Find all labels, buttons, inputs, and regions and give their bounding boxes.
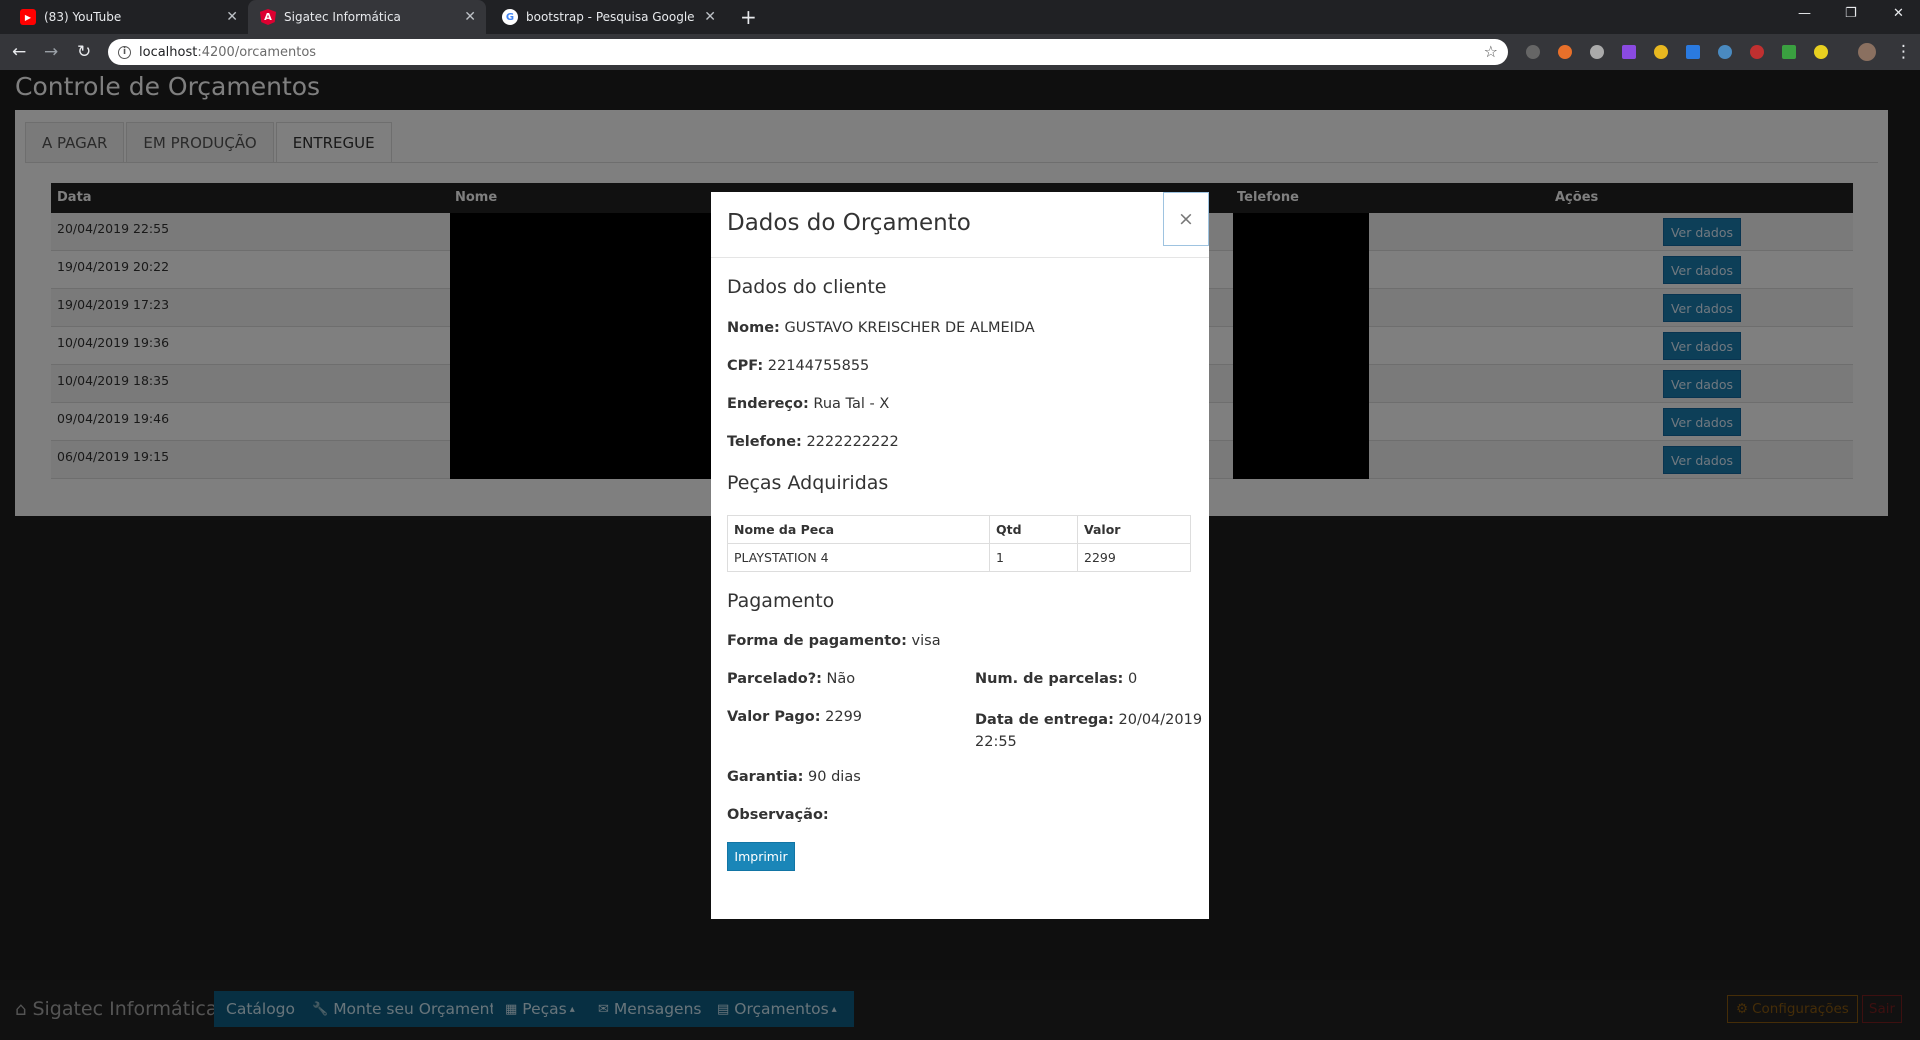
- tab-title: (83) YouTube: [44, 10, 122, 24]
- field-endereco: Endereço: Rua Tal - X: [727, 396, 889, 412]
- minimize-icon[interactable]: —: [1798, 6, 1811, 21]
- browser-tab-bar: ▶ (83) YouTube ✕ A Sigatec Informática ✕…: [0, 0, 1920, 34]
- tab-title: bootstrap - Pesquisa Google: [526, 10, 695, 24]
- cell-qtd: 1: [989, 543, 1078, 572]
- browser-toolbar: ← → ↻ i localhost:4200/orcamentos ☆ ⋮: [0, 34, 1920, 70]
- field-observacao: Observação:: [727, 807, 829, 823]
- field-value: 90 dias: [808, 769, 861, 785]
- field-value: 2299: [825, 709, 863, 725]
- field-value: 20/04/2019: [1118, 712, 1203, 728]
- field-label: CPF:: [727, 358, 764, 374]
- imprimir-button[interactable]: Imprimir: [727, 842, 795, 871]
- section-pagamento: Pagamento: [727, 590, 835, 612]
- pecas-table: Nome da Peca Qtd Valor PLAYSTATION 4 1 2…: [727, 515, 1191, 572]
- youtube-icon: ▶: [20, 9, 36, 25]
- field-label: Num. de parcelas:: [975, 671, 1124, 687]
- modal-title: Dados do Orçamento: [727, 210, 971, 236]
- field-value: 0: [1127, 671, 1138, 687]
- table-row: PLAYSTATION 4 1 2299: [727, 543, 1191, 572]
- field-label: Valor Pago:: [727, 709, 821, 725]
- field-label: Telefone:: [727, 434, 802, 450]
- modal-divider: [711, 257, 1209, 258]
- section-cliente: Dados do cliente: [727, 276, 887, 298]
- restore-icon[interactable]: ❐: [1845, 6, 1857, 21]
- url-host: localhost: [139, 44, 198, 60]
- extension-icon[interactable]: [1814, 45, 1828, 59]
- profile-avatar[interactable]: [1858, 43, 1876, 61]
- field-label: Parcelado?:: [727, 671, 822, 687]
- close-tab-icon[interactable]: ✕: [464, 9, 476, 25]
- orcamento-modal: Dados do Orçamento × Dados do cliente No…: [711, 192, 1209, 919]
- tab-title: Sigatec Informática: [284, 10, 401, 24]
- header-nome-peca: Nome da Peca: [727, 515, 990, 544]
- field-value: 22144755855: [767, 358, 870, 374]
- field-data-entrega: Data de entrega: 20/04/2019 22:55: [975, 709, 1202, 753]
- browser-tab-google[interactable]: G bootstrap - Pesquisa Google ✕: [490, 0, 726, 34]
- field-forma-pagamento: Forma de pagamento: visa: [727, 633, 941, 649]
- google-icon: G: [502, 9, 518, 25]
- field-cpf: CPF: 22144755855: [727, 358, 869, 374]
- field-label: Forma de pagamento:: [727, 633, 907, 649]
- header-valor: Valor: [1077, 515, 1191, 544]
- field-value: visa: [911, 633, 941, 649]
- close-icon[interactable]: ×: [1163, 192, 1209, 246]
- field-label: Nome:: [727, 320, 780, 336]
- info-icon[interactable]: i: [118, 45, 131, 59]
- extension-icon[interactable]: [1558, 45, 1572, 59]
- extension-icon[interactable]: [1718, 45, 1732, 59]
- field-parcelado: Parcelado?: Não: [727, 671, 855, 687]
- field-value: Não: [826, 671, 856, 687]
- field-valor-pago: Valor Pago: 2299: [727, 709, 862, 725]
- close-window-icon[interactable]: ✕: [1893, 6, 1904, 21]
- field-value: 2222222222: [806, 434, 899, 450]
- field-value: Rua Tal - X: [813, 396, 890, 412]
- field-label: Observação:: [727, 807, 829, 823]
- browser-tab-youtube[interactable]: ▶ (83) YouTube ✕: [8, 0, 248, 34]
- css-extension-icon[interactable]: [1686, 45, 1700, 59]
- address-bar[interactable]: i localhost:4200/orcamentos ☆: [108, 39, 1508, 65]
- forward-icon[interactable]: →: [44, 42, 58, 62]
- field-label: Data de entrega:: [975, 712, 1114, 728]
- extension-icon[interactable]: [1654, 45, 1668, 59]
- cell-nome-peca: PLAYSTATION 4: [727, 543, 990, 572]
- reload-icon[interactable]: ↻: [77, 42, 91, 62]
- header-qtd: Qtd: [989, 515, 1078, 544]
- field-label: Garantia:: [727, 769, 804, 785]
- close-tab-icon[interactable]: ✕: [704, 9, 716, 25]
- field-value: GUSTAVO KREISCHER DE ALMEIDA: [784, 320, 1035, 336]
- table-header-row: Nome da Peca Qtd Valor: [727, 515, 1191, 544]
- browser-tab-sigatec[interactable]: A Sigatec Informática ✕: [248, 0, 486, 34]
- field-value: 22:55: [975, 734, 1017, 750]
- extension-icon[interactable]: [1526, 45, 1540, 59]
- new-tab-button[interactable]: +: [740, 5, 757, 29]
- more-menu-icon[interactable]: ⋮: [1895, 42, 1912, 62]
- cors-extension-icon[interactable]: [1782, 45, 1796, 59]
- field-label: Endereço:: [727, 396, 809, 412]
- camera-extension-icon[interactable]: [1590, 45, 1604, 59]
- section-pecas: Peças Adquiridas: [727, 472, 889, 494]
- angular-icon: A: [260, 9, 276, 25]
- field-nome: Nome: GUSTAVO KREISCHER DE ALMEIDA: [727, 320, 1035, 336]
- bookmark-star-icon[interactable]: ☆: [1484, 42, 1498, 61]
- field-telefone: Telefone: 2222222222: [727, 434, 899, 450]
- extension-icon[interactable]: [1622, 45, 1636, 59]
- back-icon[interactable]: ←: [12, 42, 26, 62]
- close-tab-icon[interactable]: ✕: [226, 9, 238, 25]
- url-path: :4200/orcamentos: [197, 44, 317, 60]
- extension-icon[interactable]: [1750, 45, 1764, 59]
- field-num-parcelas: Num. de parcelas: 0: [975, 671, 1137, 687]
- cell-valor: 2299: [1077, 543, 1191, 572]
- field-garantia: Garantia: 90 dias: [727, 769, 861, 785]
